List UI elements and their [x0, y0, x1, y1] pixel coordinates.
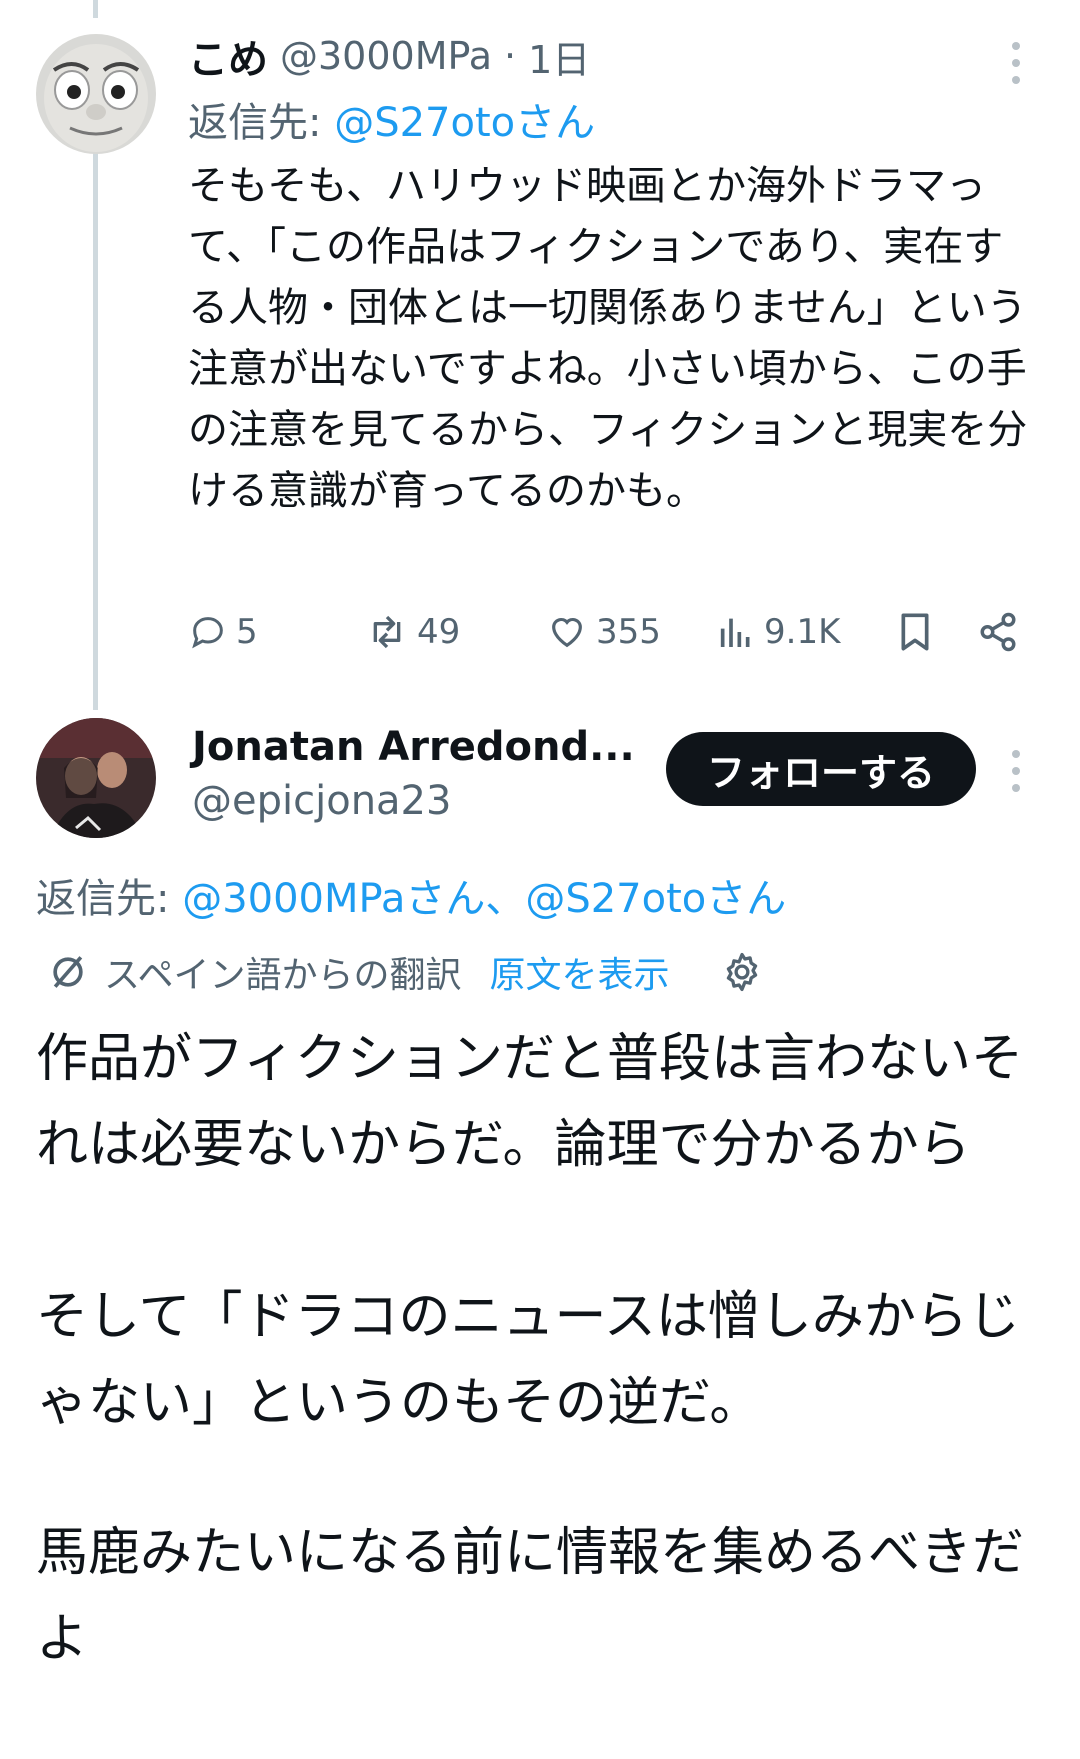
- views-icon: [720, 618, 750, 647]
- repost-count: 49: [417, 612, 461, 652]
- bookmark-button[interactable]: [895, 604, 935, 660]
- dot-separator: ·: [504, 34, 517, 78]
- display-name[interactable]: Jonatan Arredond...: [192, 724, 635, 770]
- follow-button[interactable]: フォローする: [666, 732, 976, 806]
- translate-icon: [53, 956, 83, 988]
- views-button[interactable]: 9.1K: [716, 604, 840, 660]
- tweet-text: そもそも、ハリウッド映画とか海外ドラマって、「この作品はフィクションであり、実在…: [188, 163, 1028, 514]
- reply-to: 返信先: @3000MPaさん、@S27otoさん: [36, 866, 786, 924]
- reply-to-label: 返信先:: [36, 876, 170, 922]
- timestamp[interactable]: 1日: [528, 29, 590, 84]
- thread-line: [93, 150, 98, 710]
- more-icon[interactable]: [1012, 42, 1020, 84]
- tweet-header: こめ @3000MPa · 1日: [188, 28, 590, 84]
- tweet-paragraph: そして「ドラコのニュースは憎しみからじゃない」というのもその逆だ。: [36, 1287, 1020, 1433]
- reply-to-user-link[interactable]: @3000MPaさん、@S27otoさん: [182, 876, 786, 922]
- share-icon: [980, 612, 1016, 652]
- more-icon[interactable]: [1012, 750, 1020, 792]
- translation-label: スペイン語からの翻訳: [104, 955, 462, 996]
- show-original-link[interactable]: 原文を表示: [489, 946, 669, 998]
- views-count: 9.1K: [764, 612, 841, 652]
- reply-to-user-link[interactable]: @S27otoさん: [334, 100, 595, 146]
- reply-to-label: 返信先:: [188, 100, 322, 146]
- like-icon: [552, 617, 582, 648]
- avatar[interactable]: [36, 34, 156, 154]
- reply-button[interactable]: 5: [188, 604, 258, 660]
- share-button[interactable]: [977, 604, 1019, 660]
- repost-button[interactable]: 49: [365, 604, 460, 660]
- reply-to: 返信先: @S27otoさん: [188, 90, 595, 148]
- reply-icon: [192, 617, 223, 649]
- handle[interactable]: @3000MPa: [280, 34, 492, 78]
- like-count: 355: [596, 612, 661, 652]
- like-button[interactable]: 355: [546, 604, 661, 660]
- repost-icon: [373, 615, 401, 649]
- avatar[interactable]: [36, 718, 156, 838]
- tweet-text: 作品がフィクションだと普段は言わないそれは必要ないからだ。論理で分かるから そし…: [36, 1016, 1026, 1682]
- display-name[interactable]: こめ: [188, 27, 268, 85]
- gear-icon[interactable]: [720, 950, 764, 994]
- reply-count: 5: [236, 612, 258, 652]
- tweet-paragraph: 馬鹿みたいになる前に情報を集めるべきだよ: [36, 1523, 1025, 1669]
- translation-bar: スペイン語からの翻訳 原文を表示: [46, 944, 764, 1000]
- bookmark-icon: [901, 613, 929, 651]
- tweet-paragraph: 作品がフィクションだと普段は言わないそれは必要ないからだ。論理で分かるから: [36, 1029, 1023, 1175]
- thread-line-top: [93, 0, 98, 18]
- handle[interactable]: @epicjona23: [192, 778, 451, 824]
